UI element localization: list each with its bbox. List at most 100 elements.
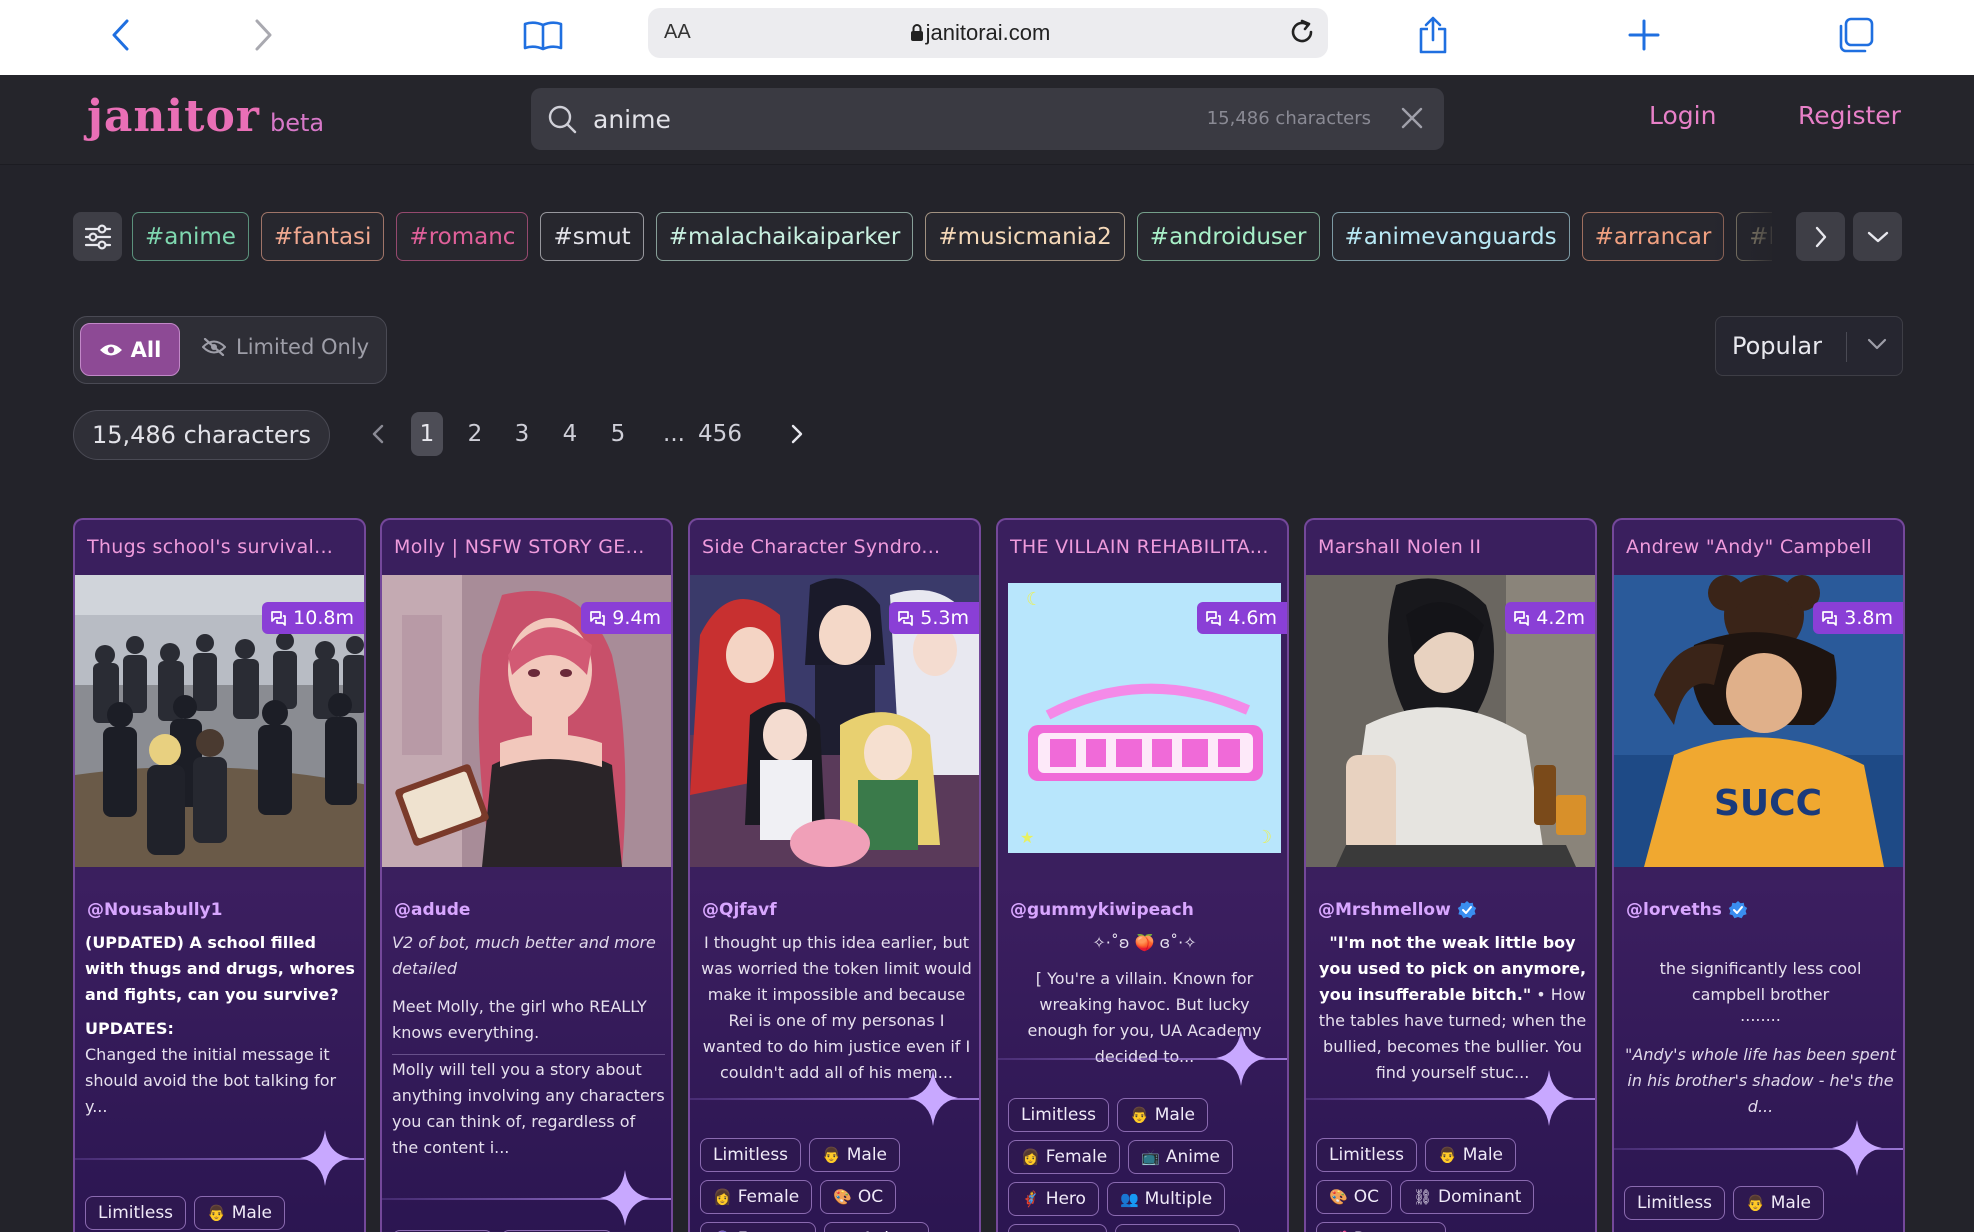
card-tag[interactable]: 💕Romance (1316, 1222, 1446, 1232)
card-tag[interactable]: 🔮Fantasy (700, 1222, 817, 1232)
chat-count-badge: 4.6m (1197, 602, 1287, 634)
card-tag[interactable]: 🗨Scenario (1114, 1224, 1240, 1232)
character-card[interactable]: Marshall Nolen II 4.2m @Mrshmellow "I'm … (1304, 518, 1597, 1232)
card-tag[interactable]: 🎨 OC (1316, 1180, 1392, 1214)
sparkle-icon (600, 1170, 650, 1226)
male-icon: 👨 (1438, 1146, 1457, 1164)
card-tag-label: Limitless (1637, 1193, 1713, 1213)
tabs-icon (1839, 17, 1874, 53)
card-tag[interactable]: ⛓ Dominant (1399, 1180, 1535, 1214)
register-link[interactable]: Register (1798, 101, 1901, 130)
dominant-icon: ⛓ (1412, 1188, 1432, 1206)
address-bar[interactable]: AA janitorai.com (648, 8, 1328, 58)
next-page-button[interactable] (783, 412, 811, 456)
creator-handle[interactable]: @Nousabully1 (87, 900, 222, 920)
tag-chip[interactable]: #androiduser (1136, 212, 1320, 261)
share-button[interactable] (1408, 10, 1458, 60)
card-tag[interactable]: 📺Anime (824, 1222, 929, 1232)
card-tag-label: Male (1462, 1145, 1504, 1165)
tag-expand-button[interactable] (1853, 212, 1902, 261)
page-number[interactable]: 3 (507, 412, 537, 456)
card-tag[interactable]: 📺Anime (1128, 1140, 1233, 1174)
description-heading: UPDATES: (85, 1019, 174, 1038)
sparkle-icon (908, 1070, 958, 1126)
toggle-all-button[interactable]: All (80, 323, 180, 376)
tag-chip[interactable]: #fantasi (260, 212, 385, 261)
toggle-limited-button[interactable]: Limited Only (202, 335, 369, 359)
card-tag[interactable]: 🦸 Hero (1008, 1182, 1099, 1216)
creator-handle[interactable]: @Mrshmellow (1318, 900, 1477, 920)
search-input[interactable] (593, 100, 1153, 138)
card-tag[interactable]: 🎨 OC (820, 1180, 897, 1214)
page-number[interactable]: 2 (460, 412, 490, 456)
chat-count-badge: 10.8m (262, 602, 364, 634)
svg-text:☾: ☾ (1026, 589, 1042, 610)
description-italic: "Andy's whole life has been spent in his… (1625, 1045, 1896, 1116)
card-title: Marshall Nolen II (1318, 536, 1482, 558)
card-tag[interactable]: 👨 Male (1733, 1186, 1825, 1220)
card-description: the significantly less cool campbell bro… (1624, 930, 1897, 1120)
female-icon: 👩 (1021, 1148, 1040, 1166)
card-description: I thought up this idea earlier, but was … (700, 930, 973, 1086)
card-tag[interactable]: Limitless (85, 1196, 187, 1230)
verified-badge-icon (1457, 901, 1477, 919)
tag-chip[interactable]: #malachaikaiparker (655, 212, 914, 261)
card-tag[interactable]: 👨 Male (194, 1196, 286, 1230)
forward-button[interactable] (238, 10, 288, 60)
card-tag[interactable]: 👨 Male (1425, 1138, 1517, 1172)
tag-scroll-right-button[interactable] (1796, 212, 1845, 261)
creator-handle[interactable]: @Qjfavf (702, 900, 777, 920)
card-description: "I'm not the weak little boy you used to… (1316, 930, 1589, 1086)
character-card[interactable]: Thugs school's survival... 10.8m @Nousab… (73, 518, 366, 1232)
character-card[interactable]: THE VILLAIN REHABILITA... ☾ ☽ ★ 4.6m @gu… (996, 518, 1289, 1232)
creator-handle[interactable]: @adude (394, 900, 470, 920)
tag-chip[interactable]: #animevanguards (1331, 212, 1570, 261)
close-icon[interactable] (1398, 104, 1426, 132)
sort-dropdown[interactable]: Popular (1715, 316, 1903, 376)
login-link[interactable]: Login (1649, 101, 1716, 130)
card-tag[interactable]: 👥 Multiple (1106, 1182, 1226, 1216)
reload-icon[interactable] (1288, 18, 1316, 46)
card-tag-label: Male (231, 1203, 273, 1223)
card-tag[interactable]: 😈Villain (1008, 1224, 1107, 1232)
card-tag[interactable]: 👩 Female (1008, 1140, 1121, 1174)
card-tag[interactable]: 👨 Male (1117, 1098, 1209, 1132)
tag-chip[interactable]: #anime (132, 212, 249, 261)
card-tag[interactable]: Limitless (1316, 1138, 1418, 1172)
back-button[interactable] (96, 10, 146, 60)
character-card[interactable]: Side Character Syndro... 5.3m @Qjfavf I (688, 518, 981, 1232)
page-number[interactable]: 5 (603, 412, 633, 456)
card-tag[interactable]: 👩 Female (700, 1180, 813, 1214)
card-description: (UPDATED) A school filled with thugs and… (85, 930, 358, 1120)
card-tag-label: Male (846, 1145, 888, 1165)
tag-chip[interactable]: #musicmania2 (925, 212, 1125, 261)
tag-chip[interactable]: #romanc (396, 212, 529, 261)
creator-handle[interactable]: @lorveths (1626, 900, 1748, 920)
card-tag[interactable]: Limitless (1624, 1186, 1726, 1220)
page-number[interactable]: 4 (555, 412, 585, 456)
page-number[interactable]: 456 (697, 412, 743, 456)
chat-bubbles-icon (590, 610, 606, 626)
chat-count: 4.2m (1536, 607, 1585, 629)
toggle-all-label: All (130, 337, 162, 362)
description-italic: V2 of bot, much better and more detailed (392, 933, 656, 978)
card-tag[interactable]: Limitless (1008, 1098, 1110, 1132)
card-tag[interactable]: 👨 Male (809, 1138, 901, 1172)
tabs-button[interactable] (1831, 10, 1881, 60)
tag-chip[interactable]: #arrancar (1581, 212, 1725, 261)
janitor-logo[interactable]: janitor beta (87, 91, 324, 142)
page-number[interactable]: 1 (411, 412, 443, 456)
filter-settings-button[interactable] (73, 212, 122, 261)
creator-name: @Mrshmellow (1318, 900, 1451, 920)
creator-handle[interactable]: @gummykiwipeach (1010, 900, 1194, 920)
card-tag[interactable]: Limitless (700, 1138, 802, 1172)
chat-count: 3.8m (1844, 607, 1893, 629)
search-result-count: 15,486 characters (1206, 108, 1371, 129)
tag-chip[interactable]: #smut (540, 212, 644, 261)
bookmarks-button[interactable] (518, 10, 568, 60)
character-card[interactable]: Molly | NSFW STORY GE... 9.4m @adude V2 … (380, 518, 673, 1232)
prev-page-button[interactable] (364, 412, 392, 456)
description-text: the significantly less cool campbell bro… (1659, 959, 1862, 1004)
new-tab-button[interactable] (1619, 10, 1669, 60)
character-card[interactable]: Andrew "Andy" Campbell SUCC 3.8m @lorvet… (1612, 518, 1905, 1232)
